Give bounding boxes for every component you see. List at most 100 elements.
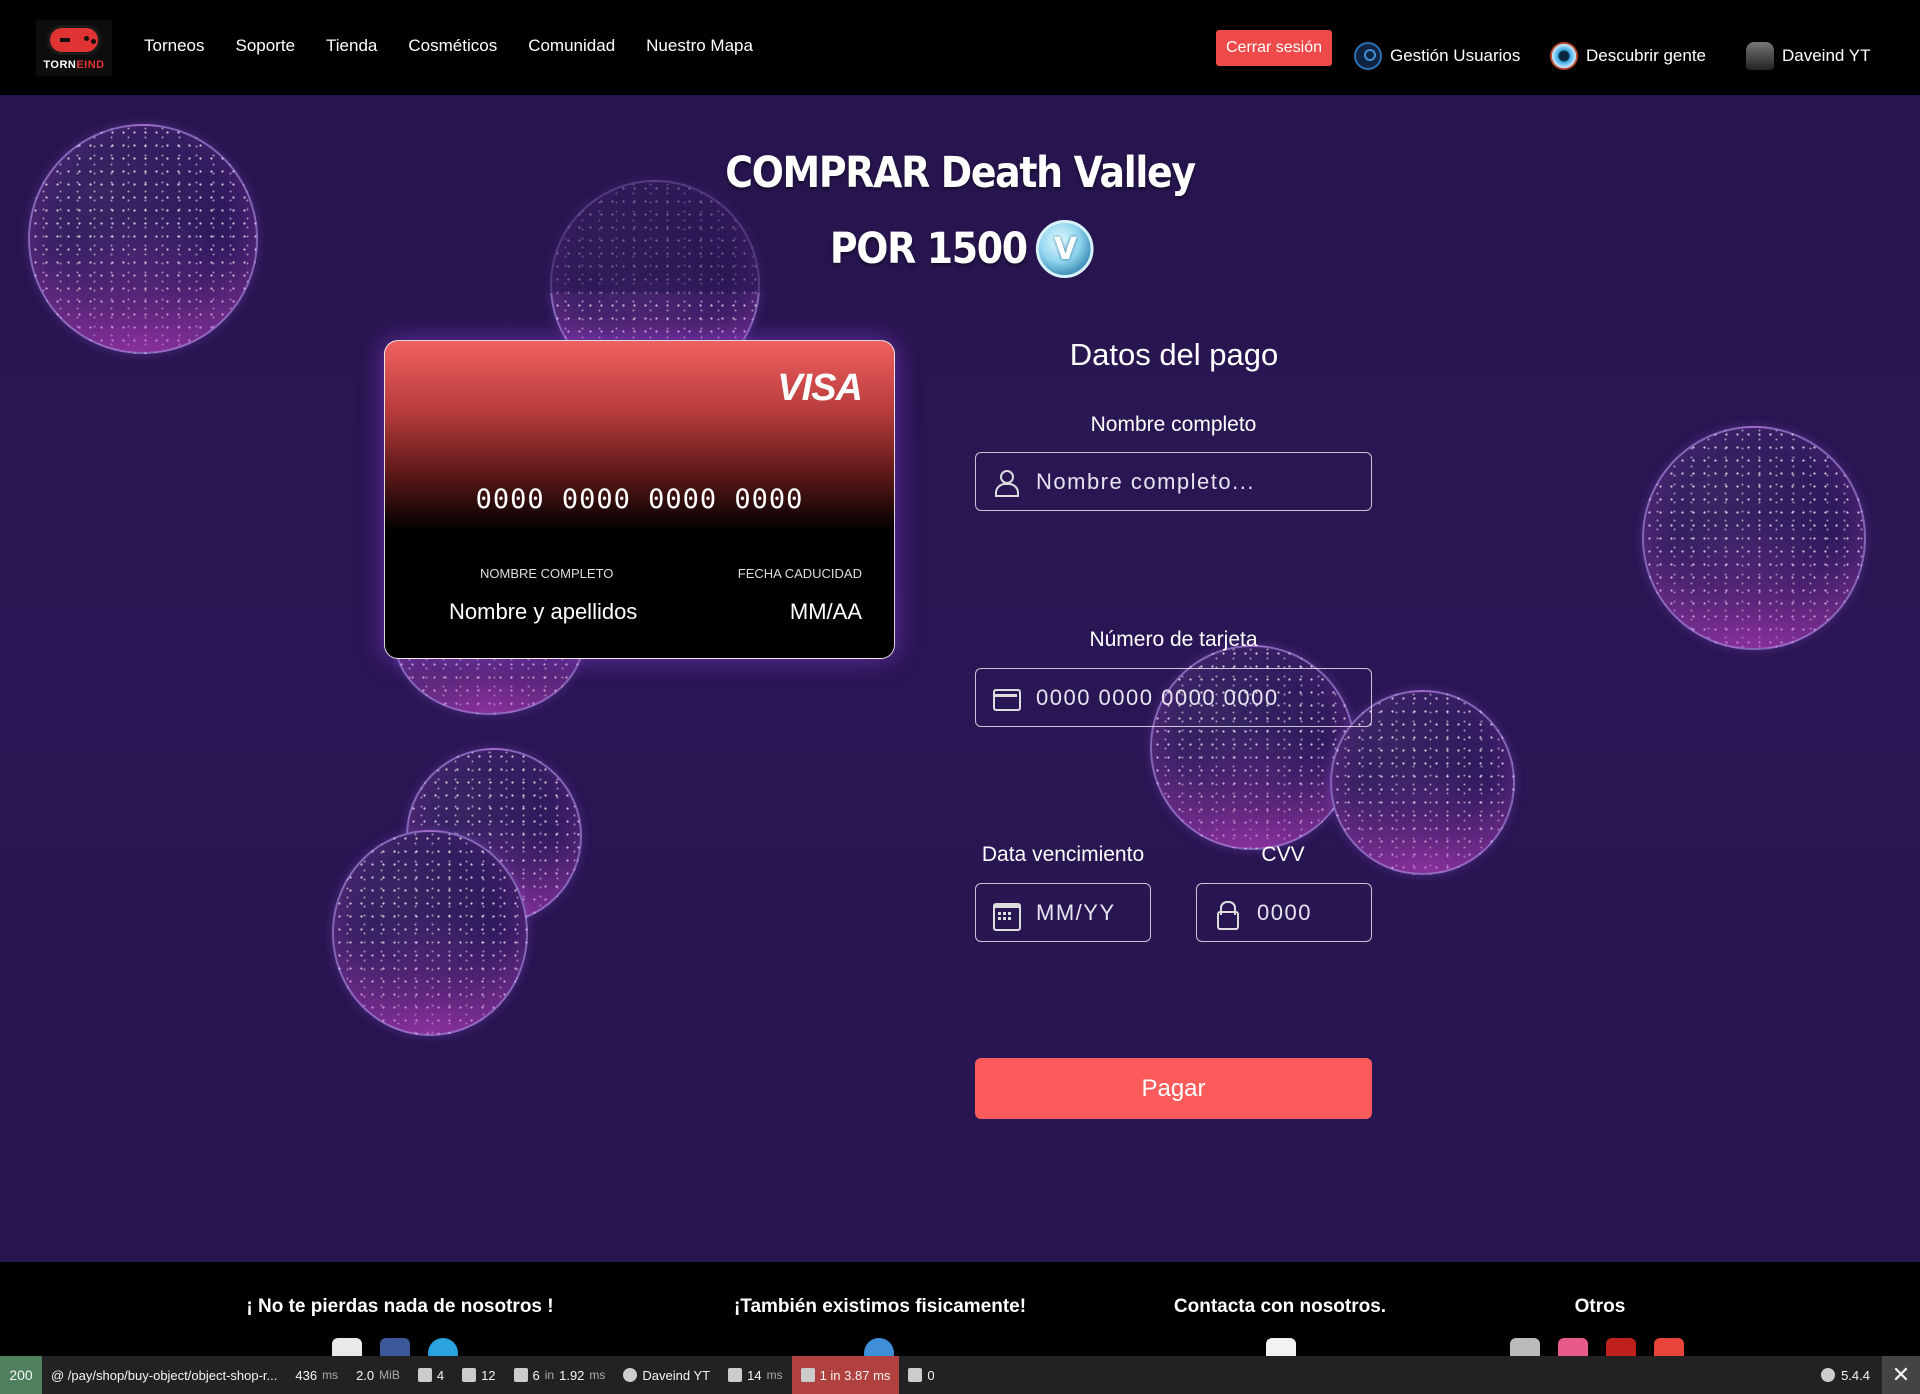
card-number-label: Número de tarjeta bbox=[1089, 628, 1258, 651]
name-field[interactable] bbox=[975, 452, 1372, 511]
debug-database[interactable]: 1 in 3.87 ms bbox=[791, 1356, 900, 1394]
expiry-field[interactable] bbox=[975, 883, 1151, 942]
site-logo[interactable]: TORNEIND bbox=[36, 20, 112, 76]
expiry-label: Data vencimiento bbox=[981, 843, 1145, 866]
card-number-input[interactable] bbox=[1036, 684, 1371, 711]
logo-text-a: TORN bbox=[43, 59, 77, 71]
cloud-icon bbox=[908, 1368, 923, 1382]
twig-value: 14 bbox=[747, 1367, 762, 1383]
visa-logo: VISA bbox=[777, 367, 863, 409]
time-unit: ms bbox=[322, 1368, 339, 1382]
twig-unit: ms bbox=[766, 1368, 783, 1382]
discover-label: Descubrir gente bbox=[1586, 46, 1707, 65]
validator-icon bbox=[462, 1368, 477, 1382]
time-value: 436 bbox=[295, 1367, 318, 1383]
vbuck-icon: V bbox=[1035, 220, 1094, 278]
price-label: POR 1500 bbox=[829, 224, 1028, 274]
cache-time: 1.92 bbox=[559, 1367, 585, 1383]
manage-users-link[interactable]: Gestión Usuarios bbox=[1354, 42, 1520, 70]
cache-in: in bbox=[544, 1368, 555, 1382]
page-title: COMPRAR Death Valley POR 1500 V bbox=[600, 148, 1320, 278]
card-expiry-value: MM/AA bbox=[789, 599, 862, 624]
card-number-display: 0000 0000 0000 0000 bbox=[475, 484, 804, 515]
logo-text-b: EIND bbox=[76, 59, 105, 71]
cache-count: 6 bbox=[532, 1367, 540, 1383]
debug-twig[interactable]: 14 ms bbox=[719, 1356, 791, 1394]
discover-people-link[interactable]: Descubrir gente bbox=[1550, 42, 1706, 70]
manage-users-label: Gestión Usuarios bbox=[1390, 46, 1521, 65]
events-count: 0 bbox=[927, 1367, 935, 1383]
pay-button[interactable]: Pagar bbox=[975, 1058, 1372, 1119]
cvv-field[interactable] bbox=[1196, 883, 1372, 942]
eye-icon bbox=[1550, 42, 1578, 70]
credit-card-preview: VISA 0000 0000 0000 0000 NOMBRE COMPLETO… bbox=[384, 340, 895, 659]
symfony-icon bbox=[1821, 1368, 1836, 1382]
name-input[interactable] bbox=[1036, 468, 1371, 495]
memory-unit: MiB bbox=[379, 1368, 400, 1382]
close-icon[interactable]: ✕ bbox=[1882, 1356, 1920, 1394]
debug-cache[interactable]: 6 in 1.92 ms bbox=[505, 1356, 615, 1394]
lock-icon bbox=[1213, 899, 1241, 930]
cvv-label: CVV bbox=[1261, 843, 1305, 866]
memory-value: 2.0 bbox=[356, 1367, 375, 1383]
nav-link-torneos[interactable]: Torneos bbox=[144, 36, 204, 56]
footer-other-heading: Otros bbox=[1574, 1296, 1626, 1317]
expiry-input[interactable] bbox=[1036, 899, 1150, 926]
debug-user[interactable]: Daveind YT bbox=[614, 1356, 719, 1394]
symfony-version[interactable]: 5.4.4 bbox=[1821, 1356, 1870, 1394]
user-profile-link[interactable]: Daveind YT bbox=[1746, 42, 1871, 70]
form-title: Datos del pago bbox=[1069, 337, 1279, 372]
footer-contact-heading: Contacta con nosotros. bbox=[1173, 1296, 1387, 1317]
debug-memory[interactable]: 2.0 MiB bbox=[347, 1356, 409, 1394]
db-value: 1 in 3.87 ms bbox=[819, 1367, 891, 1383]
forms-icon bbox=[417, 1368, 432, 1382]
title-line-2: POR 1500 V bbox=[643, 220, 1277, 278]
avatar bbox=[1746, 42, 1774, 70]
decorative-bubble bbox=[1642, 426, 1866, 650]
card-name-value: Nombre y apellidos bbox=[449, 599, 638, 624]
debug-route[interactable]: @ /pay/shop/buy-object/object-shop-r... bbox=[42, 1356, 286, 1394]
name-label: Nombre completo bbox=[1090, 413, 1257, 436]
footer-physical-heading: ¡También existimos fisicamente! bbox=[733, 1296, 1027, 1317]
debug-toolbar: 200 @ /pay/shop/buy-object/object-shop-r… bbox=[0, 1356, 1920, 1394]
debug-username: Daveind YT bbox=[642, 1367, 711, 1383]
calendar-icon bbox=[992, 899, 1021, 931]
debug-events[interactable]: 0 bbox=[899, 1356, 943, 1394]
nav-link-cosmeticos[interactable]: Cosméticos bbox=[408, 36, 497, 56]
cvv-input[interactable] bbox=[1257, 899, 1371, 926]
vbuck-letter: V bbox=[1053, 231, 1077, 267]
footer: ¡ No te pierdas nada de nosotros ! ¡Tamb… bbox=[0, 1262, 1920, 1368]
status-code[interactable]: 200 bbox=[0, 1356, 42, 1394]
nav-link-soporte[interactable]: Soporte bbox=[235, 36, 295, 56]
top-navbar: TORNEIND Torneos Soporte Tienda Cosmétic… bbox=[0, 0, 1920, 95]
card-expiry-label: FECHA CADUCIDAD bbox=[737, 566, 862, 581]
twig-icon bbox=[728, 1368, 743, 1382]
cache-unit: ms bbox=[589, 1368, 606, 1382]
decorative-bubble bbox=[28, 124, 258, 354]
person-icon bbox=[992, 468, 1020, 497]
database-icon bbox=[800, 1368, 815, 1382]
person-icon bbox=[623, 1368, 638, 1382]
nav-link-comunidad[interactable]: Comunidad bbox=[528, 36, 615, 56]
card-name-label: NOMBRE COMPLETO bbox=[480, 566, 614, 581]
logout-button[interactable]: Cerrar sesión bbox=[1216, 30, 1332, 66]
gamepad-icon bbox=[47, 25, 101, 55]
title-line-1: COMPRAR Death Valley bbox=[725, 148, 1196, 198]
card-number-field[interactable] bbox=[975, 668, 1372, 727]
user-management-icon bbox=[1354, 42, 1382, 70]
nav-link-tienda[interactable]: Tienda bbox=[326, 36, 377, 56]
validator-count: 12 bbox=[481, 1367, 496, 1383]
debug-validator[interactable]: 12 bbox=[453, 1356, 504, 1394]
debug-forms[interactable]: 4 bbox=[409, 1356, 453, 1394]
route-text: @ /pay/shop/buy-object/object-shop-r... bbox=[51, 1367, 278, 1383]
nav-link-mapa[interactable]: Nuestro Mapa bbox=[646, 36, 753, 56]
credit-card-icon bbox=[992, 684, 1021, 712]
debug-time[interactable]: 436 ms bbox=[286, 1356, 347, 1394]
username-label: Daveind YT bbox=[1782, 46, 1871, 65]
version-text: 5.4.4 bbox=[1841, 1367, 1870, 1383]
footer-social-heading: ¡ No te pierdas nada de nosotros ! bbox=[246, 1296, 554, 1317]
layers-icon bbox=[513, 1368, 528, 1382]
decorative-bubble bbox=[332, 830, 528, 1036]
main-nav: Torneos Soporte Tienda Cosméticos Comuni… bbox=[144, 36, 753, 56]
forms-count: 4 bbox=[436, 1367, 445, 1383]
